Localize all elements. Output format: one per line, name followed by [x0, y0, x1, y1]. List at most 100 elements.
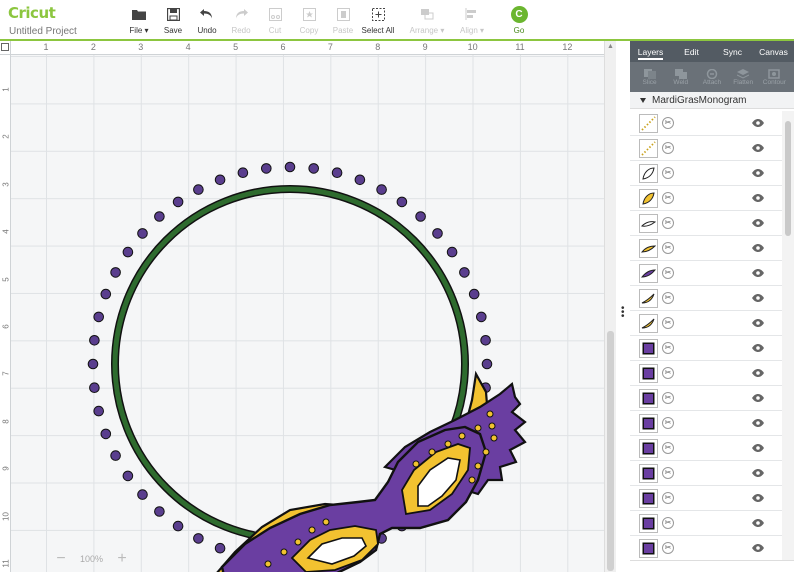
flatten-button[interactable]: Flatten	[728, 68, 758, 86]
layer-thumbnail[interactable]	[639, 289, 658, 308]
layer-thumbnail[interactable]	[639, 139, 658, 158]
layer-thumbnail[interactable]	[639, 464, 658, 483]
layers-scroll-thumb[interactable]	[785, 121, 791, 236]
visibility-eye-icon[interactable]	[752, 519, 764, 527]
cut-operation-icon[interactable]: ✂	[662, 367, 674, 379]
visibility-eye-icon[interactable]	[752, 544, 764, 552]
zoom-in-button[interactable]: +	[113, 550, 131, 568]
weld-button[interactable]: Weld	[666, 68, 696, 86]
layer-thumbnail[interactable]	[639, 264, 658, 283]
visibility-eye-icon[interactable]	[752, 194, 764, 202]
visibility-eye-icon[interactable]	[752, 294, 764, 302]
layer-row[interactable]: ✂	[630, 236, 782, 261]
go-button[interactable]: C Go	[497, 5, 541, 35]
tab-sync[interactable]: Sync	[712, 41, 753, 62]
cut-operation-icon[interactable]: ✂	[662, 392, 674, 404]
cut-operation-icon[interactable]: ✂	[662, 342, 674, 354]
layers-scrollbar[interactable]	[782, 111, 794, 572]
cut-operation-icon[interactable]: ✂	[662, 167, 674, 179]
cut-operation-icon[interactable]: ✂	[662, 142, 674, 154]
cut-operation-icon[interactable]: ✂	[662, 517, 674, 529]
mardi-gras-mask[interactable]	[216, 370, 527, 572]
visibility-eye-icon[interactable]	[752, 219, 764, 227]
scroll-up-arrow-icon[interactable]: ▲	[607, 43, 614, 50]
cut-operation-icon[interactable]: ✂	[662, 467, 674, 479]
slice-button[interactable]: Slice	[635, 68, 665, 86]
layer-row[interactable]: ✂	[630, 436, 782, 461]
layer-thumbnail[interactable]	[639, 439, 658, 458]
visibility-eye-icon[interactable]	[752, 169, 764, 177]
layer-row[interactable]: ✂	[630, 461, 782, 486]
visibility-eye-icon[interactable]	[752, 419, 764, 427]
tab-canvas[interactable]: Canvas	[753, 41, 794, 62]
visibility-eye-icon[interactable]	[752, 244, 764, 252]
layer-row[interactable]: ✂	[630, 211, 782, 236]
layer-row[interactable]: ✂	[630, 161, 782, 186]
layer-thumbnail[interactable]	[639, 114, 658, 133]
cut-operation-icon[interactable]: ✂	[662, 267, 674, 279]
cut-operation-icon[interactable]: ✂	[662, 492, 674, 504]
project-title[interactable]: Untitled Project	[9, 26, 77, 37]
zoom-out-button[interactable]: −	[52, 550, 70, 568]
layer-row[interactable]: ✂	[630, 286, 782, 311]
layer-row[interactable]: ✂	[630, 536, 782, 561]
cut-operation-icon[interactable]: ✂	[662, 242, 674, 254]
layer-thumbnail[interactable]	[639, 489, 658, 508]
layer-thumbnail[interactable]	[639, 339, 658, 358]
cut-operation-icon[interactable]: ✂	[662, 417, 674, 429]
layer-row[interactable]: ✂	[630, 111, 782, 136]
canvas-scroll-thumb[interactable]	[607, 331, 614, 571]
cut-operation-icon[interactable]: ✂	[662, 292, 674, 304]
cut-operation-icon[interactable]: ✂	[662, 217, 674, 229]
design-canvas[interactable]: 1 2 3 4 5 6 7 8 9 10 11 12 1 2 3 4 5 6 7 8 9 10 11 − 1	[0, 41, 604, 572]
align-menu-button[interactable]: Align ▾	[450, 5, 494, 35]
visibility-eye-icon[interactable]	[752, 119, 764, 127]
layer-row[interactable]: ✂	[630, 486, 782, 511]
visibility-eye-icon[interactable]	[752, 469, 764, 477]
visibility-eye-icon[interactable]	[752, 494, 764, 502]
visibility-eye-icon[interactable]	[752, 344, 764, 352]
canvas-vertical-scrollbar[interactable]: ▲	[604, 41, 616, 572]
layer-thumbnail[interactable]	[639, 389, 658, 408]
layer-row[interactable]: ✂	[630, 411, 782, 436]
layer-row[interactable]: ✂	[630, 511, 782, 536]
layer-thumbnail[interactable]	[639, 414, 658, 433]
cut-operation-icon[interactable]: ✂	[662, 442, 674, 454]
cut-operation-icon[interactable]: ✂	[662, 117, 674, 129]
select-all-button[interactable]: Select All	[356, 5, 400, 35]
collapse-caret-icon[interactable]	[640, 97, 646, 103]
layer-thumbnail[interactable]	[639, 189, 658, 208]
tab-layers[interactable]: Layers	[630, 41, 671, 62]
layer-row[interactable]: ✂	[630, 386, 782, 411]
arrange-menu-button[interactable]: Arrange ▾	[405, 5, 449, 35]
visibility-eye-icon[interactable]	[752, 144, 764, 152]
cut-operation-icon[interactable]: ✂	[662, 317, 674, 329]
layer-row[interactable]: ✂	[630, 311, 782, 336]
tab-edit[interactable]: Edit	[671, 41, 712, 62]
mardi-gras-monogram-artwork[interactable]	[0, 41, 604, 572]
panel-resize-handle[interactable]: • • •	[616, 41, 630, 572]
cricut-logo[interactable]: Cricut	[8, 4, 56, 22]
visibility-eye-icon[interactable]	[752, 444, 764, 452]
contour-button[interactable]: Contour	[759, 68, 789, 86]
layer-row[interactable]: ✂	[630, 336, 782, 361]
cut-operation-icon[interactable]: ✂	[662, 192, 674, 204]
layer-row[interactable]: ✂	[630, 136, 782, 161]
layer-thumbnail[interactable]	[639, 239, 658, 258]
visibility-eye-icon[interactable]	[752, 269, 764, 277]
cut-operation-icon[interactable]: ✂	[662, 542, 674, 554]
visibility-eye-icon[interactable]	[752, 394, 764, 402]
layer-group-header[interactable]: MardiGrasMonogram	[630, 92, 794, 109]
layer-thumbnail[interactable]	[639, 514, 658, 533]
layer-row[interactable]: ✂	[630, 361, 782, 386]
visibility-eye-icon[interactable]	[752, 369, 764, 377]
layer-thumbnail[interactable]	[639, 164, 658, 183]
layer-thumbnail[interactable]	[639, 214, 658, 233]
layer-row[interactable]: ✂	[630, 186, 782, 211]
visibility-eye-icon[interactable]	[752, 319, 764, 327]
layer-row[interactable]: ✂	[630, 261, 782, 286]
layer-thumbnail[interactable]	[639, 364, 658, 383]
layer-thumbnail[interactable]	[639, 314, 658, 333]
attach-button[interactable]: Attach	[697, 68, 727, 86]
layer-thumbnail[interactable]	[639, 539, 658, 558]
